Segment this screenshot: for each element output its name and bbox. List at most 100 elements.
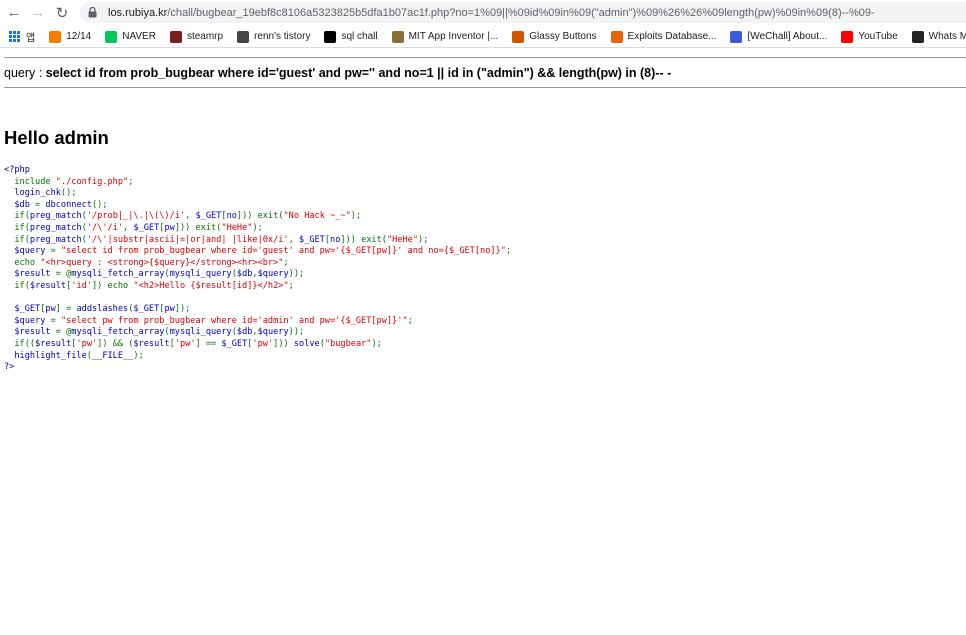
code-token: ]) && ( (97, 338, 134, 349)
code-token: mysqli_query (169, 327, 232, 338)
back-arrow-icon[interactable]: ← (2, 0, 26, 25)
code-token: )); (288, 269, 305, 280)
code-token: mysqli_fetch_array (71, 269, 165, 280)
code-token: = (35, 199, 46, 210)
code-token: )); (288, 327, 305, 338)
bookmark-apps[interactable]: 앱 (0, 29, 35, 44)
code-token: ); (350, 211, 362, 222)
bookmark-steamrp[interactable]: steamrp (169, 30, 224, 43)
code-token: preg_match (29, 211, 82, 222)
apps-icon (9, 31, 20, 42)
lock-icon (88, 7, 102, 18)
code-token: <?php (4, 165, 30, 175)
code-token: '/prob|_|\.|\(\)/i' (86, 211, 186, 222)
bookmark-whatsmyip[interactable]: Whats My IP A (911, 30, 966, 43)
code-token: 'pw' (252, 338, 274, 349)
address-bar[interactable]: los.rubiya.kr/chall/bugbear_19ebf8c8106a… (80, 2, 966, 23)
code-token: $_GET (133, 222, 160, 233)
code-token: $_GET (133, 304, 160, 315)
code-token: mysqli_query (169, 269, 232, 280)
top-divider (4, 57, 966, 58)
youtube-icon (841, 30, 854, 43)
code-token: $query (4, 315, 51, 326)
bookmark-label: Glassy Buttons (529, 31, 597, 42)
code-token: ; (283, 257, 289, 268)
code-token: ?> (4, 362, 15, 373)
php-source-code: <?php include "./config.php"; login_chk(… (4, 165, 511, 374)
bookmark-label: MIT App Inventor |... (408, 31, 499, 42)
whatsmyip-icon (911, 30, 924, 43)
url-host: los.rubiya.kr (108, 6, 168, 19)
code-token: ); (133, 350, 144, 361)
code-line: highlight_file(__FILE__); (4, 350, 144, 361)
code-token: no (226, 211, 237, 222)
steamrp-icon (169, 30, 182, 43)
code-token: "<h2>Hello {$result[id]}</h2>" (133, 280, 289, 291)
code-token: $query (257, 327, 289, 338)
code-line: $query = "select pw from prob_bugbear wh… (4, 315, 412, 326)
bookmarks-bar: 앱 12/14 NAVER steamrp renn's tistory sql chal… (0, 26, 966, 48)
code-token: (); (60, 188, 77, 199)
bookmark-label: 앱 (26, 33, 36, 44)
query-prefix: query : (4, 66, 46, 80)
wechall-icon (730, 30, 743, 43)
bookmark-glassy[interactable]: Glassy Buttons (512, 30, 597, 43)
code-token: addslashes (76, 304, 129, 315)
code-line: login_chk(); (4, 188, 76, 198)
code-token: if( (14, 222, 30, 233)
code-token: = @ (55, 327, 72, 338)
code-token: pw (164, 222, 175, 233)
bookmark-naver[interactable]: NAVER (105, 30, 156, 43)
code-token: '/\'/i' (86, 222, 124, 233)
code-token: if( (14, 211, 30, 222)
bookmark-blogger[interactable]: 12/14 (49, 30, 91, 43)
code-token: $result (4, 269, 56, 280)
code-token: ])) exit( (236, 211, 284, 222)
code-token: $query (4, 246, 51, 257)
url-path: /chall/bugbear_19ebf8c8106a5323825b5dfa1… (167, 6, 875, 19)
code-line: if(($result['pw']) && ($result['pw'] == … (4, 338, 381, 349)
code-line: include "./config.php"; (4, 177, 133, 187)
code-token: $_GET (4, 304, 41, 315)
code-token: = (50, 315, 61, 326)
code-token: , (288, 234, 299, 245)
code-token: if(( (14, 338, 36, 349)
bookmark-label: steamrp (186, 31, 224, 42)
code-line: if($result['id']) echo "<h2>Hello {$resu… (4, 280, 294, 291)
code-token: ])) exit( (174, 222, 222, 233)
code-token: preg_match (29, 234, 82, 245)
code-line: $query = "select id from prob_bugbear wh… (4, 246, 511, 256)
code-token: , (123, 222, 134, 233)
code-token: no (330, 234, 341, 245)
exploitdb-icon (610, 30, 623, 43)
code-token: pw (45, 304, 56, 315)
forward-arrow-icon[interactable]: → (26, 0, 50, 25)
bookmark-z[interactable]: sql chall (324, 30, 378, 43)
code-token: "select id from prob_bugbear where id='g… (60, 246, 506, 257)
code-token: include (14, 176, 56, 187)
code-token: 'pw' (76, 338, 98, 349)
code-token: ; (288, 280, 294, 291)
bookmark-wechall[interactable]: [WeChall] About... (730, 30, 828, 43)
bookmark-label: [WeChall] About... (747, 31, 828, 42)
reload-icon[interactable]: ↻ (50, 0, 74, 25)
code-token: $db (4, 199, 36, 210)
code-token: mysqli_fetch_array (71, 327, 165, 338)
bookmark-exploitdb[interactable]: Exploits Database... (610, 30, 716, 43)
bookmark-mit[interactable]: MIT App Inventor |... (391, 30, 499, 43)
bookmark-tistory[interactable]: renn's tistory (237, 30, 310, 43)
code-line: if(preg_match('/prob|_|\.|\(\)/i', $_GET… (4, 211, 361, 221)
code-token: ] = (55, 304, 77, 315)
bookmark-youtube[interactable]: YouTube (841, 30, 898, 43)
code-token: $result (29, 280, 67, 291)
code-line: echo "<hr>query : <strong>{$query}</stro… (4, 257, 289, 268)
code-token: dbconnect (45, 199, 92, 210)
code-token: "<hr>query : <strong>{$query}</strong><h… (40, 257, 284, 268)
code-token: '/\'|substr|ascii|=|or|and| |like|0x/i' (86, 234, 289, 245)
code-token: ); (252, 222, 263, 233)
